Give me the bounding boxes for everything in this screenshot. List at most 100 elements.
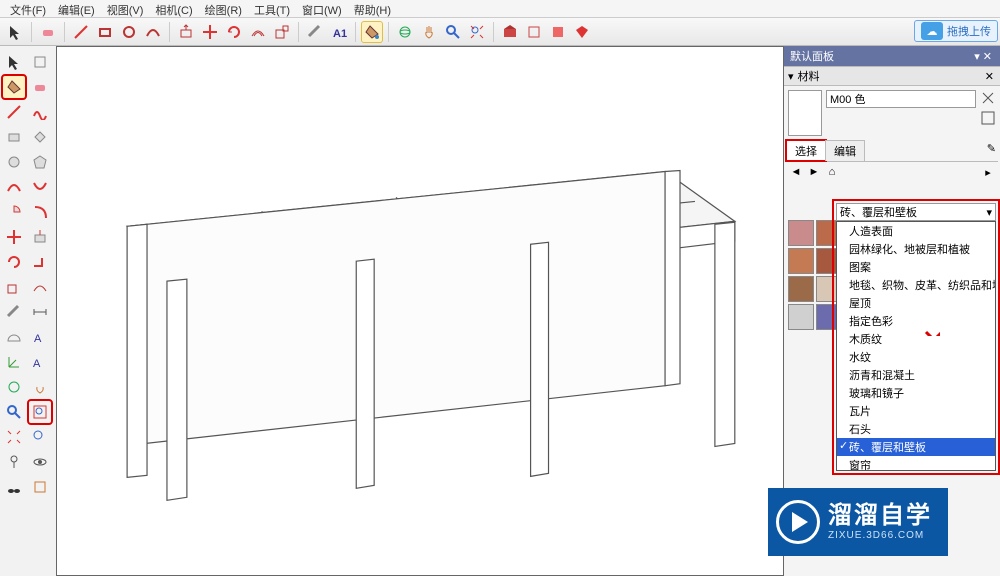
tab-select[interactable]: 选择 — [786, 140, 826, 161]
dd-option[interactable]: 沥青和混凝土 — [837, 366, 995, 384]
chevron-down-icon[interactable]: ▾ — [986, 206, 992, 219]
dd-option[interactable]: 瓦片 — [837, 402, 995, 420]
material-thumb[interactable] — [788, 248, 814, 274]
dd-option[interactable]: 指定色彩 — [837, 312, 995, 330]
dd-option[interactable]: 石头 — [837, 420, 995, 438]
menu-window[interactable]: 窗口(W) — [296, 0, 348, 17]
menu-camera[interactable]: 相机(C) — [149, 0, 198, 17]
materials-tray-header[interactable]: ▾ 材料 ✕ — [784, 66, 1000, 86]
look-tool[interactable] — [28, 450, 52, 474]
protractor-tool[interactable] — [2, 325, 26, 349]
menu-tools[interactable]: 工具(T) — [248, 0, 296, 17]
circle-tool2[interactable] — [2, 150, 26, 174]
dimension-tool[interactable] — [28, 300, 52, 324]
extension-icon[interactable] — [523, 21, 545, 43]
nav-menu-icon[interactable]: ▸ — [980, 164, 996, 180]
arc-tool[interactable] — [142, 21, 164, 43]
zoom-window-tool[interactable] — [28, 400, 52, 424]
rotate-tool2[interactable] — [2, 250, 26, 274]
dd-option[interactable]: 水纹 — [837, 348, 995, 366]
material-preview-swatch[interactable] — [788, 90, 822, 136]
menu-help[interactable]: 帮助(H) — [348, 0, 397, 17]
pan-tool[interactable] — [418, 21, 440, 43]
pushpull-tool2[interactable] — [28, 225, 52, 249]
eraser-tool2[interactable] — [28, 75, 52, 99]
menu-file[interactable]: 文件(F) — [4, 0, 52, 17]
dd-option[interactable]: 窗帘 — [837, 456, 995, 471]
polygon-tool[interactable] — [28, 150, 52, 174]
rotrect-tool[interactable] — [28, 125, 52, 149]
line-tool[interactable] — [70, 21, 92, 43]
material-thumb[interactable] — [788, 220, 814, 246]
text-tool2[interactable]: A — [28, 325, 52, 349]
walk-tool[interactable] — [2, 475, 26, 499]
dd-option[interactable]: 地毯、织物、皮革、纺织品和墙纸 — [837, 276, 995, 294]
materials-close-icon[interactable]: ✕ — [983, 70, 996, 83]
component-tool[interactable] — [28, 50, 52, 74]
scale-tool2[interactable] — [2, 275, 26, 299]
arc3-tool[interactable] — [28, 200, 52, 224]
create-material-icon[interactable] — [980, 110, 996, 126]
zoom-tool2[interactable] — [2, 400, 26, 424]
paint-bucket-tool[interactable] — [361, 21, 383, 43]
tape-tool[interactable] — [304, 21, 326, 43]
dd-option-selected[interactable]: 砖、覆层和壁板 — [837, 438, 995, 456]
nav-home-icon[interactable]: ⌂ — [824, 164, 840, 180]
move-tool[interactable] — [199, 21, 221, 43]
pushpull-tool[interactable] — [175, 21, 197, 43]
tray-collapse-icon[interactable]: ▾ ✕ — [972, 50, 994, 63]
material-thumb[interactable] — [788, 304, 814, 330]
material-thumb[interactable] — [788, 276, 814, 302]
3dtext-tool[interactable]: A — [28, 350, 52, 374]
rect-tool2[interactable] — [2, 125, 26, 149]
viewport[interactable] — [56, 46, 784, 576]
orbit-tool2[interactable] — [2, 375, 26, 399]
arc-tool2[interactable] — [2, 175, 26, 199]
eraser-tool[interactable] — [37, 21, 59, 43]
3dwarehouse-icon[interactable] — [499, 21, 521, 43]
drag-upload-button[interactable]: ☁ 拖拽上传 — [914, 20, 998, 42]
zoom-extents-tool[interactable] — [466, 21, 488, 43]
layout-icon[interactable] — [547, 21, 569, 43]
ruby-icon[interactable] — [571, 21, 593, 43]
tab-edit[interactable]: 编辑 — [825, 140, 865, 161]
offset-tool2[interactable] — [28, 275, 52, 299]
edit-pencil-icon[interactable]: ✎ — [985, 140, 998, 161]
zoom-extents-tool2[interactable] — [2, 425, 26, 449]
menu-view[interactable]: 视图(V) — [101, 0, 150, 17]
menu-draw[interactable]: 绘图(R) — [199, 0, 248, 17]
toggle-secondary-icon[interactable] — [980, 90, 996, 106]
nav-back-icon[interactable]: ◄ — [788, 164, 804, 180]
zoom-tool[interactable] — [442, 21, 464, 43]
dd-option[interactable]: 园林绿化、地被层和植被 — [837, 240, 995, 258]
rect-tool[interactable] — [94, 21, 116, 43]
line-tool2[interactable] — [2, 100, 26, 124]
section-tool[interactable] — [28, 475, 52, 499]
orbit-tool[interactable] — [394, 21, 416, 43]
material-category-dropdown[interactable]: 砖、覆层和壁板 ▾ 人造表面 园林绿化、地被层和植被 图案 地毯、织物、皮革、纺… — [836, 203, 996, 471]
pan-tool2[interactable] — [28, 375, 52, 399]
tape-tool2[interactable] — [2, 300, 26, 324]
freehand-tool[interactable] — [28, 100, 52, 124]
circle-tool[interactable] — [118, 21, 140, 43]
paint-bucket-tool2[interactable] — [2, 75, 26, 99]
nav-fwd-icon[interactable]: ► — [806, 164, 822, 180]
position-camera-tool[interactable] — [2, 450, 26, 474]
select-tool[interactable] — [4, 21, 26, 43]
menu-edit[interactable]: 编辑(E) — [52, 0, 101, 17]
offset-tool[interactable] — [247, 21, 269, 43]
axes-tool[interactable] — [2, 350, 26, 374]
move-tool2[interactable] — [2, 225, 26, 249]
rotate-tool[interactable] — [223, 21, 245, 43]
pie-tool[interactable] — [2, 200, 26, 224]
dd-option[interactable]: 人造表面 — [837, 222, 995, 240]
arc2-tool[interactable] — [28, 175, 52, 199]
tray-default-header[interactable]: 默认面板 ▾ ✕ — [784, 46, 1000, 66]
dd-option[interactable]: 图案 — [837, 258, 995, 276]
dd-option[interactable]: 木质纹 — [837, 330, 995, 348]
material-name-input[interactable] — [826, 90, 976, 108]
dd-option[interactable]: 玻璃和镜子 — [837, 384, 995, 402]
previous-tool[interactable] — [28, 425, 52, 449]
select-tool2[interactable] — [2, 50, 26, 74]
followme-tool[interactable] — [28, 250, 52, 274]
